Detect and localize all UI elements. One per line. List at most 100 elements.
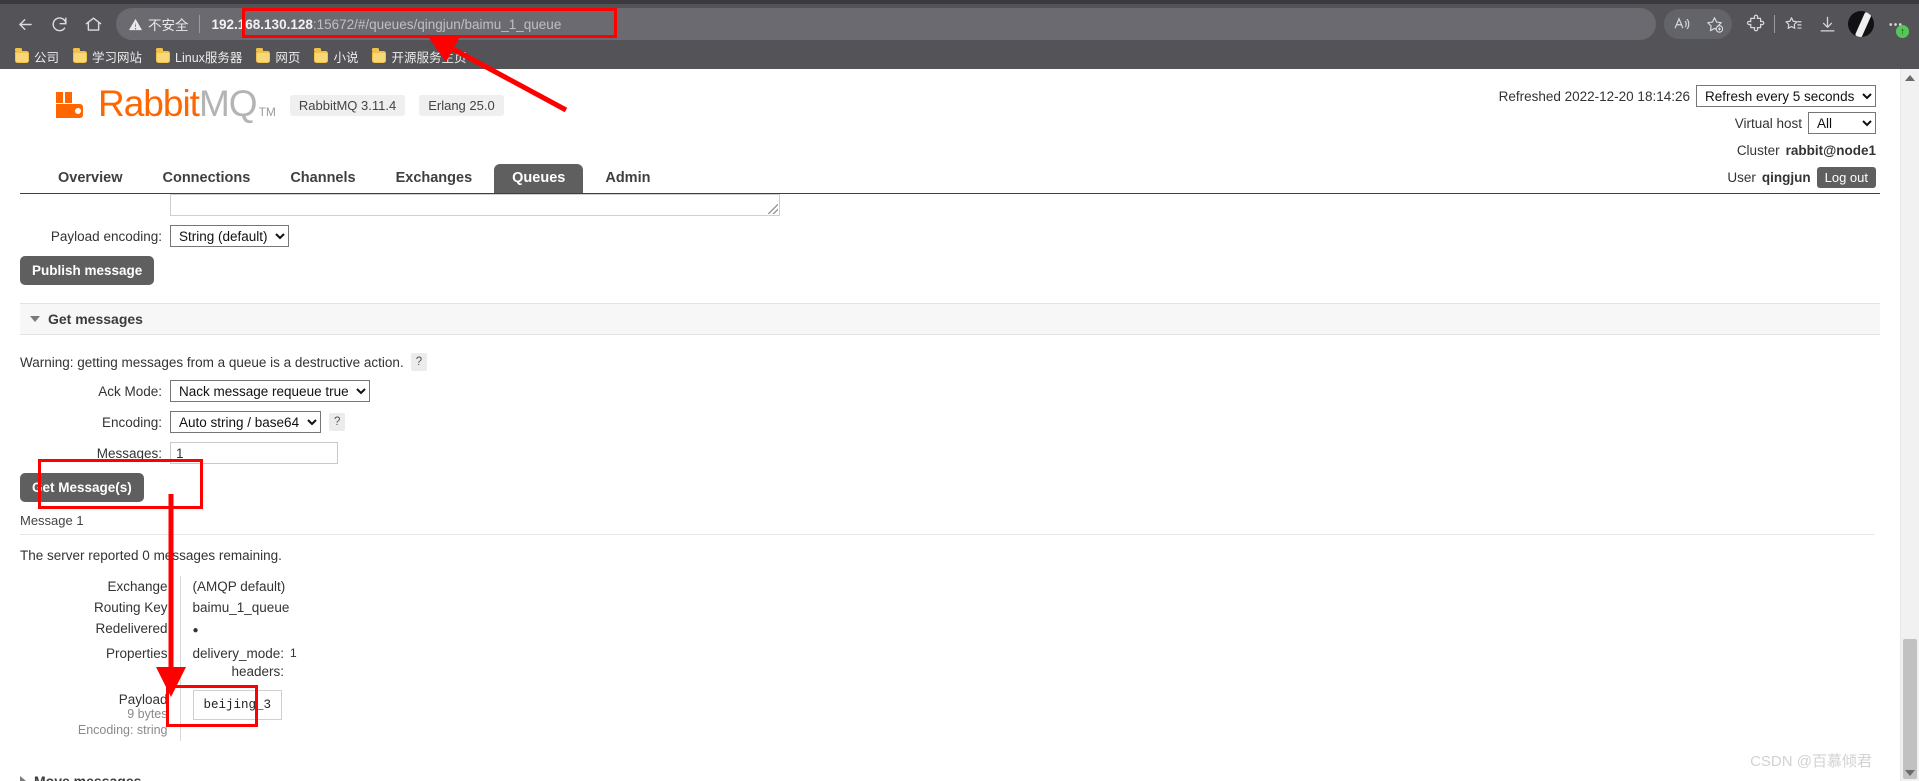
add-favorite-icon[interactable] bbox=[1698, 8, 1730, 40]
update-badge: ↑ bbox=[1896, 25, 1909, 38]
folder-icon bbox=[314, 48, 329, 63]
detail-value: ● bbox=[192, 625, 199, 637]
help-icon[interactable]: ? bbox=[410, 353, 428, 372]
tab-connections[interactable]: Connections bbox=[145, 164, 269, 193]
tab-channels[interactable]: Channels bbox=[272, 164, 373, 193]
message-details-table: Exchange (AMQP default) Routing Key baim… bbox=[20, 576, 1881, 742]
scroll-down-icon[interactable] bbox=[1901, 764, 1919, 781]
get-messages-button-row: Get Message(s) bbox=[20, 473, 1880, 503]
encoding-label: Encoding: bbox=[101, 414, 162, 430]
messages-remaining-text: The server reported 0 messages remaining… bbox=[20, 548, 282, 564]
detail-key: Routing Key bbox=[20, 597, 181, 619]
messages-count-input[interactable] bbox=[170, 442, 338, 465]
erlang-badge: Erlang 25.0 bbox=[419, 95, 504, 116]
tab-admin[interactable]: Admin bbox=[587, 164, 668, 193]
folder-icon bbox=[372, 48, 387, 63]
cluster-row: Cluster rabbit@node1 bbox=[1499, 139, 1876, 161]
bookmark-item[interactable]: 小说 bbox=[309, 45, 365, 68]
collections-icon[interactable] bbox=[1777, 8, 1809, 40]
avatar[interactable] bbox=[1848, 11, 1874, 37]
downloads-icon[interactable] bbox=[1811, 8, 1843, 40]
chevron-down-icon[interactable] bbox=[30, 316, 40, 322]
refresh-row: Refreshed 2022-12-20 18:14:26 Refresh ev… bbox=[1499, 85, 1876, 107]
version-badge: RabbitMQ 3.11.4 bbox=[289, 95, 406, 116]
bookmark-label: 小说 bbox=[333, 51, 359, 65]
chevron-right-icon[interactable] bbox=[20, 776, 26, 781]
move-messages-title: Move messages bbox=[34, 773, 141, 781]
detail-value: baimu_1_queue bbox=[192, 600, 290, 616]
detail-value: (AMQP default) bbox=[192, 579, 286, 595]
vhost-select[interactable]: All bbox=[1808, 112, 1876, 134]
url-path: :15672/#/queues/qingjun/baimu_1_queue bbox=[312, 16, 562, 32]
bookmarks-bar: 公司 学习网站 Linux服务器 网页 小说 开源服务主页 bbox=[0, 44, 1919, 69]
publish-payload-textarea[interactable] bbox=[170, 194, 780, 216]
back-icon[interactable] bbox=[8, 7, 42, 41]
bookmark-item[interactable]: Linux服务器 bbox=[151, 45, 249, 68]
extensions-icon[interactable] bbox=[1740, 8, 1772, 40]
vhost-row: Virtual host All bbox=[1499, 112, 1876, 134]
home-icon[interactable] bbox=[76, 7, 110, 41]
bookmark-label: 网页 bbox=[275, 51, 301, 65]
bookmark-item[interactable]: 学习网站 bbox=[68, 45, 149, 68]
security-label: 不安全 bbox=[148, 18, 189, 33]
ack-mode-select[interactable]: Nack message requeue true bbox=[170, 380, 370, 403]
url-text[interactable]: 192.168.130.128:15672/#/queues/qingjun/b… bbox=[200, 17, 562, 32]
table-row: Properties delivery_mode: 1 headers: bbox=[20, 643, 1881, 683]
encoding-help-icon[interactable]: ? bbox=[329, 413, 346, 432]
encoding-select[interactable]: Auto string / base64 bbox=[170, 411, 321, 434]
refresh-interval-select[interactable]: Refresh every 5 seconds bbox=[1696, 85, 1876, 107]
get-messages-title: Get messages bbox=[48, 311, 143, 327]
scrollbar-thumb[interactable] bbox=[1903, 639, 1917, 779]
omnibox-action-pill bbox=[1664, 9, 1732, 39]
tab-overview[interactable]: Overview bbox=[40, 164, 141, 193]
tab-exchanges[interactable]: Exchanges bbox=[378, 164, 491, 193]
get-messages-button[interactable]: Get Message(s) bbox=[20, 473, 144, 503]
tab-queues[interactable]: Queues bbox=[494, 163, 584, 193]
brand-tm-text: TM bbox=[258, 105, 276, 119]
bookmark-label: 公司 bbox=[34, 51, 60, 65]
properties-grid: delivery_mode: 1 headers: bbox=[193, 646, 1881, 679]
brand-title[interactable]: RabbitMQ TM bbox=[98, 85, 276, 122]
reload-icon[interactable] bbox=[42, 7, 76, 41]
resize-grip-icon[interactable] bbox=[768, 204, 778, 214]
payload-encoding-select[interactable]: String (default) bbox=[170, 225, 289, 247]
toolbar-icon-group: ↑ bbox=[1664, 8, 1911, 40]
publish-message-button[interactable]: Publish message bbox=[20, 256, 155, 285]
move-messages-section-header[interactable]: Move messages bbox=[20, 767, 1880, 781]
security-warning-chip[interactable]: 不安全 bbox=[128, 14, 199, 34]
bookmark-label: 开源服务主页 bbox=[391, 51, 467, 65]
table-row: Exchange (AMQP default) bbox=[20, 576, 1880, 598]
bookmark-label: 学习网站 bbox=[92, 51, 143, 65]
payload-encoding-label: Payload encoding: bbox=[50, 228, 162, 244]
folder-icon bbox=[256, 48, 271, 63]
address-bar[interactable]: 不安全 192.168.130.128:15672/#/queues/qingj… bbox=[116, 8, 1656, 40]
settings-more-icon[interactable]: ↑ bbox=[1879, 8, 1911, 40]
cluster-label: Cluster bbox=[1736, 142, 1780, 158]
properties-key: Properties bbox=[20, 643, 181, 683]
folder-icon bbox=[73, 48, 88, 63]
vhost-label: Virtual host bbox=[1734, 115, 1802, 131]
payload-value-cell: beijing_3 bbox=[180, 682, 1880, 741]
read-aloud-icon[interactable] bbox=[1666, 8, 1698, 40]
bookmark-item[interactable]: 公司 bbox=[10, 45, 66, 68]
table-row: Payload 9 bytes Encoding: string beijing… bbox=[20, 682, 1880, 742]
bookmark-item[interactable]: 网页 bbox=[251, 45, 307, 68]
payload-size: 9 bytes bbox=[127, 707, 168, 722]
destructive-warning: Warning: getting messages from a queue i… bbox=[20, 353, 1880, 372]
payload-encoding-info: Encoding: string bbox=[77, 722, 168, 737]
message-heading: Message 1 bbox=[20, 513, 1874, 536]
property-name: delivery_mode: bbox=[192, 646, 285, 662]
messages-label: Messages: bbox=[96, 445, 162, 461]
page-viewport: RabbitMQ TM RabbitMQ 3.11.4 Erlang 25.0 R… bbox=[0, 69, 1919, 781]
vertical-scrollbar[interactable] bbox=[1900, 69, 1919, 781]
payload-encoding-row: Payload encoding: String (default) bbox=[20, 225, 1880, 247]
scroll-up-icon[interactable] bbox=[1901, 69, 1919, 86]
browser-chrome: 不安全 192.168.130.128:15672/#/queues/qingj… bbox=[0, 0, 1919, 69]
encoding-row: Encoding: Auto string / base64 ? bbox=[20, 411, 1880, 434]
warning-text: Warning: getting messages from a queue i… bbox=[20, 354, 404, 370]
get-messages-section-header[interactable]: Get messages bbox=[20, 303, 1880, 335]
profile-avatar[interactable] bbox=[1845, 8, 1877, 40]
brand-rabbit-text: Rabbit bbox=[98, 83, 200, 124]
refreshed-label: Refreshed 2022-12-20 18:14:26 bbox=[1498, 88, 1690, 104]
bookmark-item[interactable]: 开源服务主页 bbox=[367, 45, 473, 68]
